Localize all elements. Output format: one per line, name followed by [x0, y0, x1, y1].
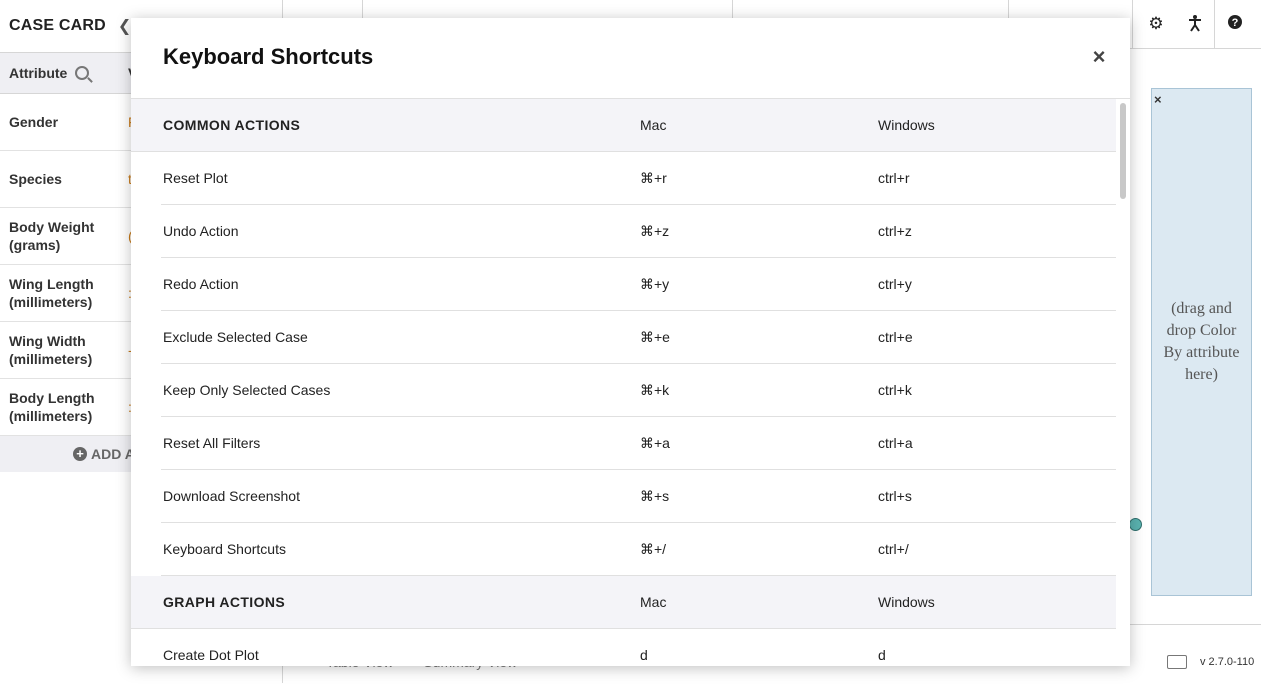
shortcut-action: Undo Action — [163, 223, 239, 239]
toolbar-divider — [1214, 0, 1215, 48]
windows-column-header: Windows — [878, 594, 935, 610]
attribute-name: Wing Length (millimeters) — [9, 276, 94, 310]
shortcut-mac: ⌘+z — [640, 222, 670, 239]
shortcut-action: Exclude Selected Case — [163, 329, 308, 345]
modal-title: Keyboard Shortcuts — [163, 44, 374, 69]
shortcut-windows: ctrl+e — [878, 329, 913, 345]
settings-icon[interactable]: ⚙ — [1146, 14, 1166, 34]
shortcut-action: Create Dot Plot — [163, 647, 259, 663]
color-by-drop-zone[interactable]: × (drag and drop Color By attribute here… — [1151, 88, 1252, 596]
mac-column-header: Mac — [640, 117, 667, 133]
help-icon[interactable]: ? — [1225, 14, 1245, 34]
shortcut-windows: ctrl+k — [878, 382, 912, 398]
close-icon[interactable]: × — [1090, 46, 1108, 68]
section-title: GRAPH ACTIONS — [163, 594, 286, 610]
toolbar-divider — [1132, 0, 1133, 48]
shortcut-row: Exclude Selected Case ⌘+e ctrl+e — [161, 311, 1116, 364]
shortcut-row: Reset Plot ⌘+r ctrl+r — [161, 152, 1116, 205]
mac-column-header: Mac — [640, 594, 667, 610]
section-header-row: GRAPH ACTIONS Mac Windows — [131, 576, 1116, 629]
shortcut-mac: ⌘+k — [640, 381, 670, 398]
shortcut-windows: ctrl+s — [878, 488, 912, 504]
shortcut-mac: ⌘+a — [640, 434, 670, 451]
scrollbar-thumb[interactable] — [1120, 103, 1126, 199]
drop-zone-label: (drag and drop Color By attribute here) — [1163, 300, 1240, 383]
svg-text:?: ? — [1232, 17, 1239, 29]
section-title: COMMON ACTIONS — [163, 117, 301, 133]
shortcut-mac: ⌘+r — [640, 169, 667, 186]
shortcut-row: Download Screenshot ⌘+s ctrl+s — [161, 470, 1116, 523]
shortcut-row: Reset All Filters ⌘+a ctrl+a — [161, 417, 1116, 470]
shortcut-windows: ctrl+r — [878, 170, 910, 186]
add-attribute-label: ADD A — [91, 446, 135, 462]
modal-header: Keyboard Shortcuts × — [131, 18, 1130, 99]
shortcut-row: Keyboard Shortcuts ⌘+/ ctrl+/ — [161, 523, 1116, 576]
attribute-name: Body Weight (grams) — [9, 219, 95, 253]
shortcut-row: Redo Action ⌘+y ctrl+y — [161, 258, 1116, 311]
search-icon[interactable] — [75, 66, 90, 80]
shortcut-windows: ctrl+/ — [878, 541, 909, 557]
keyboard-icon[interactable] — [1167, 655, 1187, 669]
shortcut-windows: ctrl+y — [878, 276, 912, 292]
shortcut-mac: ⌘+y — [640, 275, 670, 292]
accessibility-icon[interactable] — [1185, 14, 1205, 34]
shortcut-windows: ctrl+a — [878, 435, 913, 451]
shortcut-action: Reset Plot — [163, 170, 228, 186]
attribute-name: Wing Width (millimeters) — [9, 333, 93, 367]
shortcut-mac: ⌘+/ — [640, 540, 667, 557]
shortcut-mac: d — [640, 647, 648, 663]
shortcut-mac: ⌘+s — [640, 487, 670, 504]
data-point[interactable] — [1129, 518, 1142, 531]
shortcuts-table: COMMON ACTIONS Mac Windows Reset Plot ⌘+r ctr… — [131, 99, 1116, 666]
shortcut-action: Keyboard Shortcuts — [163, 541, 286, 557]
attribute-name: Species — [9, 171, 62, 187]
shortcut-action: Download Screenshot — [163, 488, 300, 504]
shortcut-action: Reset All Filters — [163, 435, 261, 451]
shortcut-action: Keep Only Selected Cases — [163, 382, 331, 398]
keyboard-shortcuts-modal: Keyboard Shortcuts × COMMON ACTIONS Mac Wi… — [131, 18, 1130, 666]
attribute-name: Body Length (millimeters) — [9, 390, 95, 424]
attribute-name: Gender — [9, 114, 59, 130]
windows-column-header: Windows — [878, 117, 935, 133]
plus-circle-icon: + — [73, 447, 87, 461]
section-header-row: COMMON ACTIONS Mac Windows — [131, 99, 1116, 152]
chevron-left-icon[interactable]: ❮ — [118, 16, 132, 36]
shortcut-row: Create Dot Plot d d — [161, 629, 1116, 666]
shortcut-action: Redo Action — [163, 276, 239, 292]
shortcut-row: Keep Only Selected Cases ⌘+k ctrl+k — [161, 364, 1116, 417]
shortcut-row: Undo Action ⌘+z ctrl+z — [161, 205, 1116, 258]
case-card-title: CASE CARD — [9, 17, 106, 34]
scrollbar[interactable] — [1117, 99, 1130, 666]
shortcut-windows: d — [878, 647, 886, 663]
version-label: v 2.7.0-110 — [1200, 656, 1255, 668]
close-icon[interactable]: × — [1154, 89, 1162, 111]
shortcut-windows: ctrl+z — [878, 223, 912, 239]
shortcut-mac: ⌘+e — [640, 328, 670, 345]
attribute-header-label: Attribute — [9, 65, 68, 81]
